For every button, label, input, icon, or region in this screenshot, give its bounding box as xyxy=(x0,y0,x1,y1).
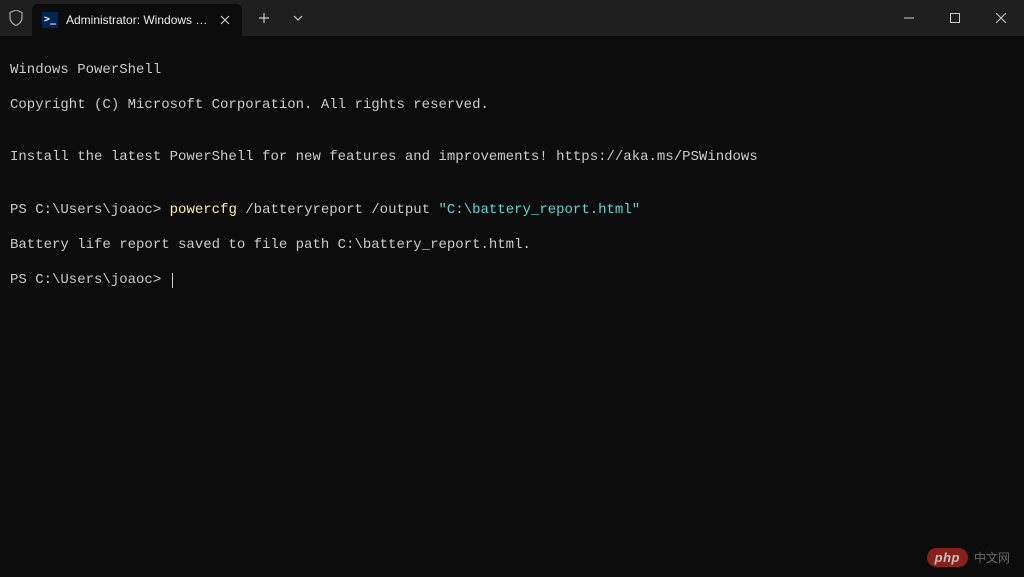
maximize-button[interactable] xyxy=(932,0,978,36)
close-button[interactable] xyxy=(978,0,1024,36)
tab-close-button[interactable] xyxy=(216,11,234,29)
cursor-icon xyxy=(172,273,173,288)
powershell-icon: >_ xyxy=(42,12,58,28)
command-args: /batteryreport /output xyxy=(237,202,439,218)
terminal-line: PS C:\Users\joaoc> xyxy=(10,272,1014,290)
tab-actions xyxy=(248,0,314,36)
tab-active[interactable]: >_ Administrator: Windows PowerS xyxy=(32,4,242,36)
terminal-line: PS C:\Users\joaoc> powercfg /batteryrepo… xyxy=(10,202,1014,220)
terminal-line: Install the latest PowerShell for new fe… xyxy=(10,149,1014,167)
terminal-line: Copyright (C) Microsoft Corporation. All… xyxy=(10,97,1014,115)
command-name: powercfg xyxy=(170,202,237,218)
tab-dropdown-button[interactable] xyxy=(282,2,314,34)
shield-icon xyxy=(0,0,32,36)
prompt-prefix: PS C:\Users\joaoc> xyxy=(10,272,170,288)
minimize-button[interactable] xyxy=(886,0,932,36)
watermark: php 中文网 xyxy=(927,548,1010,567)
titlebar: >_ Administrator: Windows PowerS xyxy=(0,0,1024,36)
terminal-line: Windows PowerShell xyxy=(10,62,1014,80)
tab-title: Administrator: Windows PowerS xyxy=(66,13,208,27)
watermark-badge: php xyxy=(927,548,968,567)
new-tab-button[interactable] xyxy=(248,2,280,34)
prompt-prefix: PS C:\Users\joaoc> xyxy=(10,202,170,218)
titlebar-left: >_ Administrator: Windows PowerS xyxy=(0,0,886,36)
window-controls xyxy=(886,0,1024,36)
terminal-content[interactable]: Windows PowerShell Copyright (C) Microso… xyxy=(0,36,1024,315)
watermark-text: 中文网 xyxy=(974,549,1010,566)
terminal-line: Battery life report saved to file path C… xyxy=(10,237,1014,255)
command-string: "C:\battery_report.html" xyxy=(439,202,641,218)
